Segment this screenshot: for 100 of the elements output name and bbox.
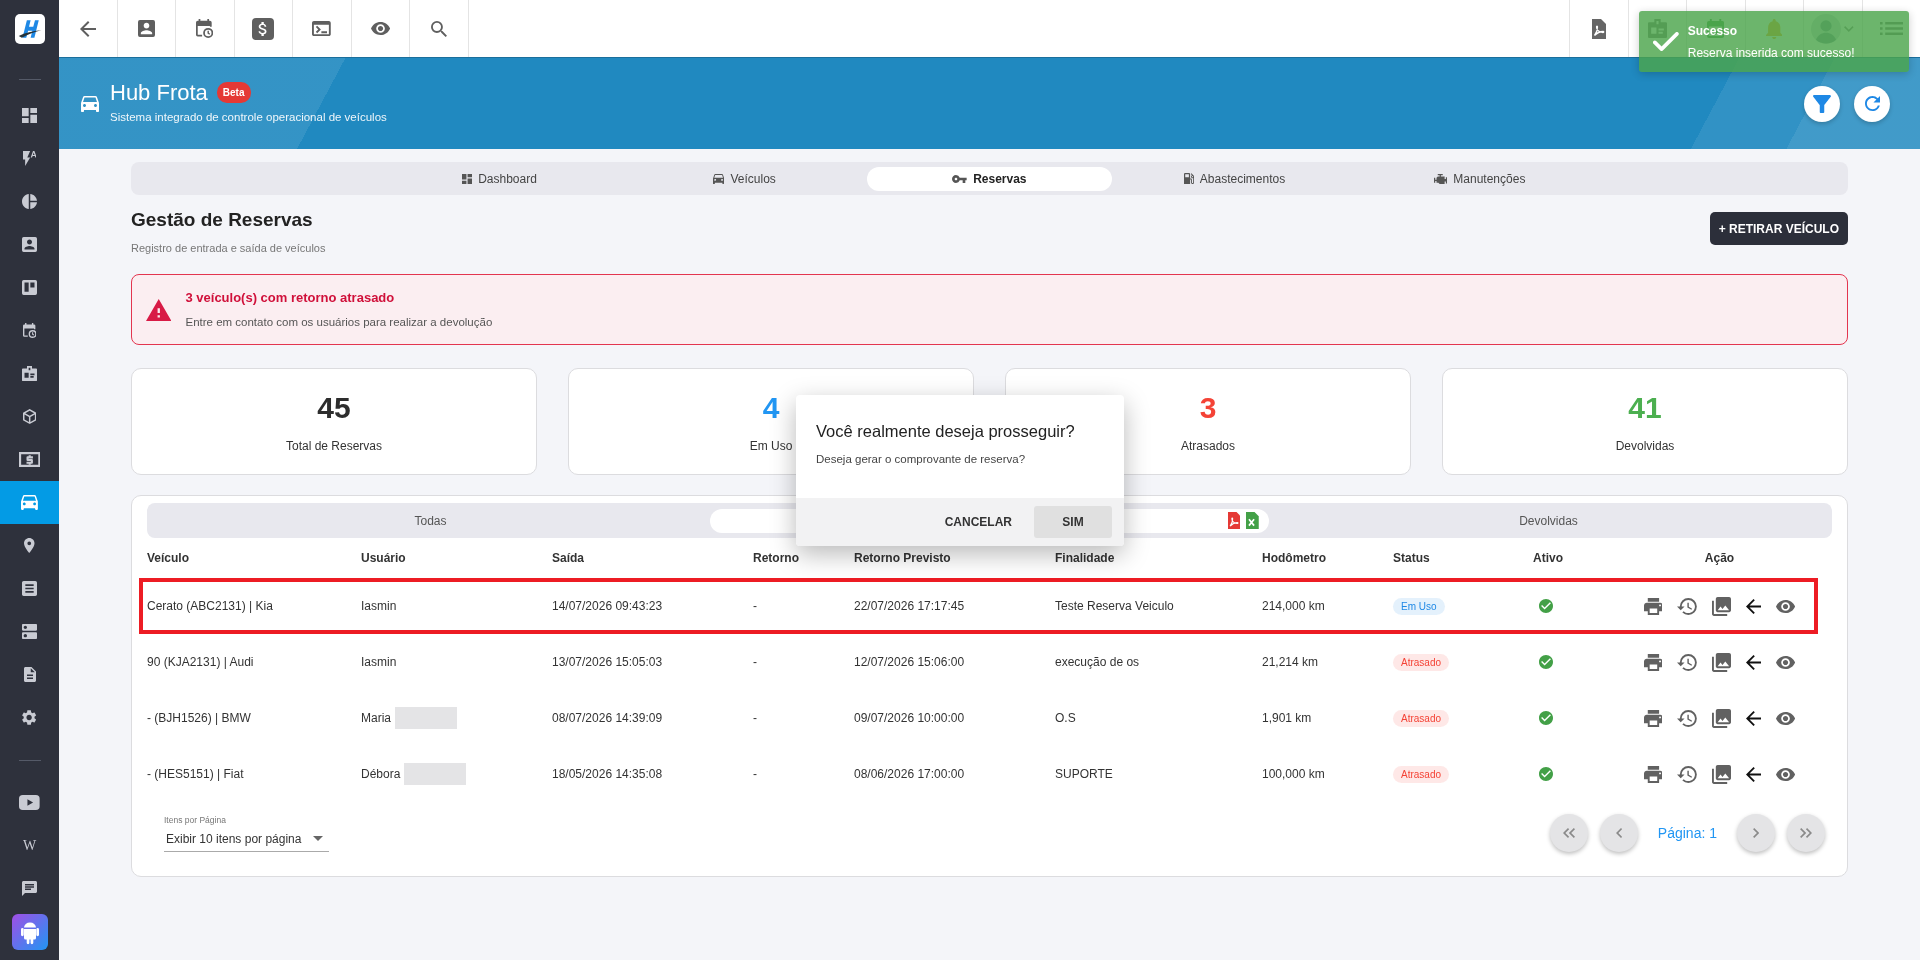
arrow-left-icon[interactable] xyxy=(1746,766,1762,782)
alert-title: 3 veículo(s) com retorno atrasado xyxy=(185,289,396,308)
caret-down-icon xyxy=(313,836,323,842)
app-subtitle: Sistema integrado de controle operacional de veículos xyxy=(110,109,387,125)
history-icon[interactable] xyxy=(1677,597,1698,615)
board-icon xyxy=(22,280,37,295)
page-indicator: Página: 1 xyxy=(1656,823,1718,843)
table-cell: 22/07/2026 17:17:45 xyxy=(854,599,965,614)
table-cell: execução de os xyxy=(1055,655,1140,670)
table-cell: - xyxy=(753,655,757,670)
photos-icon[interactable] xyxy=(1712,764,1732,784)
module-tab[interactable]: Veículos xyxy=(622,166,867,191)
document-icon[interactable] xyxy=(1227,512,1241,530)
car-icon xyxy=(713,173,725,184)
table-cell: 09/07/2026 10:00:00 xyxy=(854,711,965,726)
printer-icon[interactable] xyxy=(1643,709,1663,727)
module-tab[interactable]: Reservas xyxy=(867,166,1112,191)
grid-icon xyxy=(462,173,473,184)
status-badge: Em Uso xyxy=(1393,598,1445,616)
calendar-clock-icon xyxy=(196,19,214,38)
history-icon[interactable] xyxy=(1677,709,1698,727)
table-cell: 214,000 km xyxy=(1262,599,1325,614)
refresh-icon xyxy=(1864,96,1880,111)
eye-icon[interactable] xyxy=(1776,599,1796,613)
column-header: Retorno Previsto xyxy=(854,551,951,566)
printer-icon[interactable] xyxy=(1643,765,1663,783)
page-size-select[interactable]: Exibir 10 itens por página xyxy=(164,826,329,853)
document-lines-icon xyxy=(22,581,37,596)
photos-icon[interactable] xyxy=(1712,708,1732,728)
column-header: Retorno xyxy=(753,551,799,566)
chevron-right-icon xyxy=(1752,828,1760,839)
status-badge: Atrasado xyxy=(1393,654,1450,672)
photos-icon[interactable] xyxy=(1712,652,1732,672)
arrow-left-icon xyxy=(79,20,96,37)
stat-label: Total de Reservas xyxy=(285,438,382,456)
column-header: Finalidade xyxy=(1055,551,1115,566)
page-subtitle: Registro de entrada e saída de veículos xyxy=(131,240,326,256)
engine-icon xyxy=(1433,173,1448,184)
withdraw-vehicle-button[interactable]: + RETIRAR VEÍCULO xyxy=(1709,212,1848,245)
arrow-left-icon[interactable] xyxy=(1746,654,1762,670)
eye-icon[interactable] xyxy=(1776,655,1796,669)
status-badge: Atrasado xyxy=(1393,710,1450,728)
history-icon[interactable] xyxy=(1677,653,1698,671)
pie-chart-icon xyxy=(22,194,37,209)
module-tab[interactable]: Dashboard xyxy=(377,166,622,191)
table-cell: Teste Reserva Veiculo xyxy=(1055,599,1174,614)
table-cell: 21,214 km xyxy=(1262,655,1319,670)
file-icon xyxy=(23,667,36,682)
grid-icon xyxy=(22,108,37,123)
sidebar-item[interactable]: W xyxy=(0,824,59,867)
eye-icon xyxy=(370,22,390,35)
filter-tab[interactable]: Devolvidas xyxy=(1269,508,1828,533)
photos-icon[interactable] xyxy=(1712,596,1732,616)
refresh-button[interactable] xyxy=(1854,85,1890,122)
table-cell: 08/06/2026 17:00:00 xyxy=(854,767,965,782)
eye-icon[interactable] xyxy=(1776,711,1796,725)
warning-icon xyxy=(146,298,172,321)
robot-icon xyxy=(11,913,48,950)
arrow-left-icon[interactable] xyxy=(1746,598,1762,614)
double-chevron-left-icon xyxy=(1562,828,1575,839)
toast-message: Reserva inserida com sucesso! xyxy=(1687,44,1855,62)
arrow-left-icon[interactable] xyxy=(1746,710,1762,726)
stat-label: Em Uso xyxy=(749,438,793,456)
table-cell: 13/07/2026 15:05:03 xyxy=(552,655,663,670)
car-icon xyxy=(81,95,99,112)
table-cell: - xyxy=(753,767,757,782)
table-cell: - xyxy=(753,599,757,614)
table-cell: 90 (KJA2131) | Audi xyxy=(147,655,254,670)
page-title: Gestão de Reservas xyxy=(131,209,314,232)
cube-icon xyxy=(22,409,37,424)
table-cell: O.S xyxy=(1055,711,1076,726)
search-icon xyxy=(430,20,447,37)
app-logo-icon[interactable] xyxy=(14,14,45,44)
page-size-label: Itens por Página xyxy=(164,814,227,827)
confirm-button[interactable]: SIM xyxy=(1034,506,1112,539)
app-title: Hub Frota xyxy=(110,80,208,105)
document-icon xyxy=(1591,18,1606,39)
column-header: Ação xyxy=(1704,551,1735,566)
filter-button[interactable] xyxy=(1804,85,1840,122)
check-icon xyxy=(1653,32,1679,51)
eye-icon[interactable] xyxy=(1776,767,1796,781)
module-tab[interactable]: Manutenções xyxy=(1357,166,1602,191)
key-icon xyxy=(952,174,968,183)
table-cell: 14/07/2026 09:43:23 xyxy=(552,599,663,614)
module-tab[interactable]: Abastecimentos xyxy=(1112,166,1357,191)
table-cell: 100,000 km xyxy=(1262,767,1325,782)
spreadsheet-icon[interactable] xyxy=(1246,512,1259,530)
filter-tab[interactable]: Todas xyxy=(151,508,710,533)
dollar-icon xyxy=(252,17,275,40)
column-header: Saída xyxy=(552,551,584,566)
chat-icon xyxy=(22,881,37,896)
printer-icon[interactable] xyxy=(1643,653,1663,671)
table-cell: - xyxy=(753,711,757,726)
table-cell: 12/07/2026 15:06:00 xyxy=(854,655,965,670)
stat-value: 41 xyxy=(1628,393,1662,424)
stat-value: 45 xyxy=(317,393,351,424)
history-icon[interactable] xyxy=(1677,765,1698,783)
cancel-button[interactable]: CANCELAR xyxy=(938,505,1018,540)
printer-icon[interactable] xyxy=(1643,597,1663,615)
table-cell-text: Iasmin xyxy=(361,598,397,616)
